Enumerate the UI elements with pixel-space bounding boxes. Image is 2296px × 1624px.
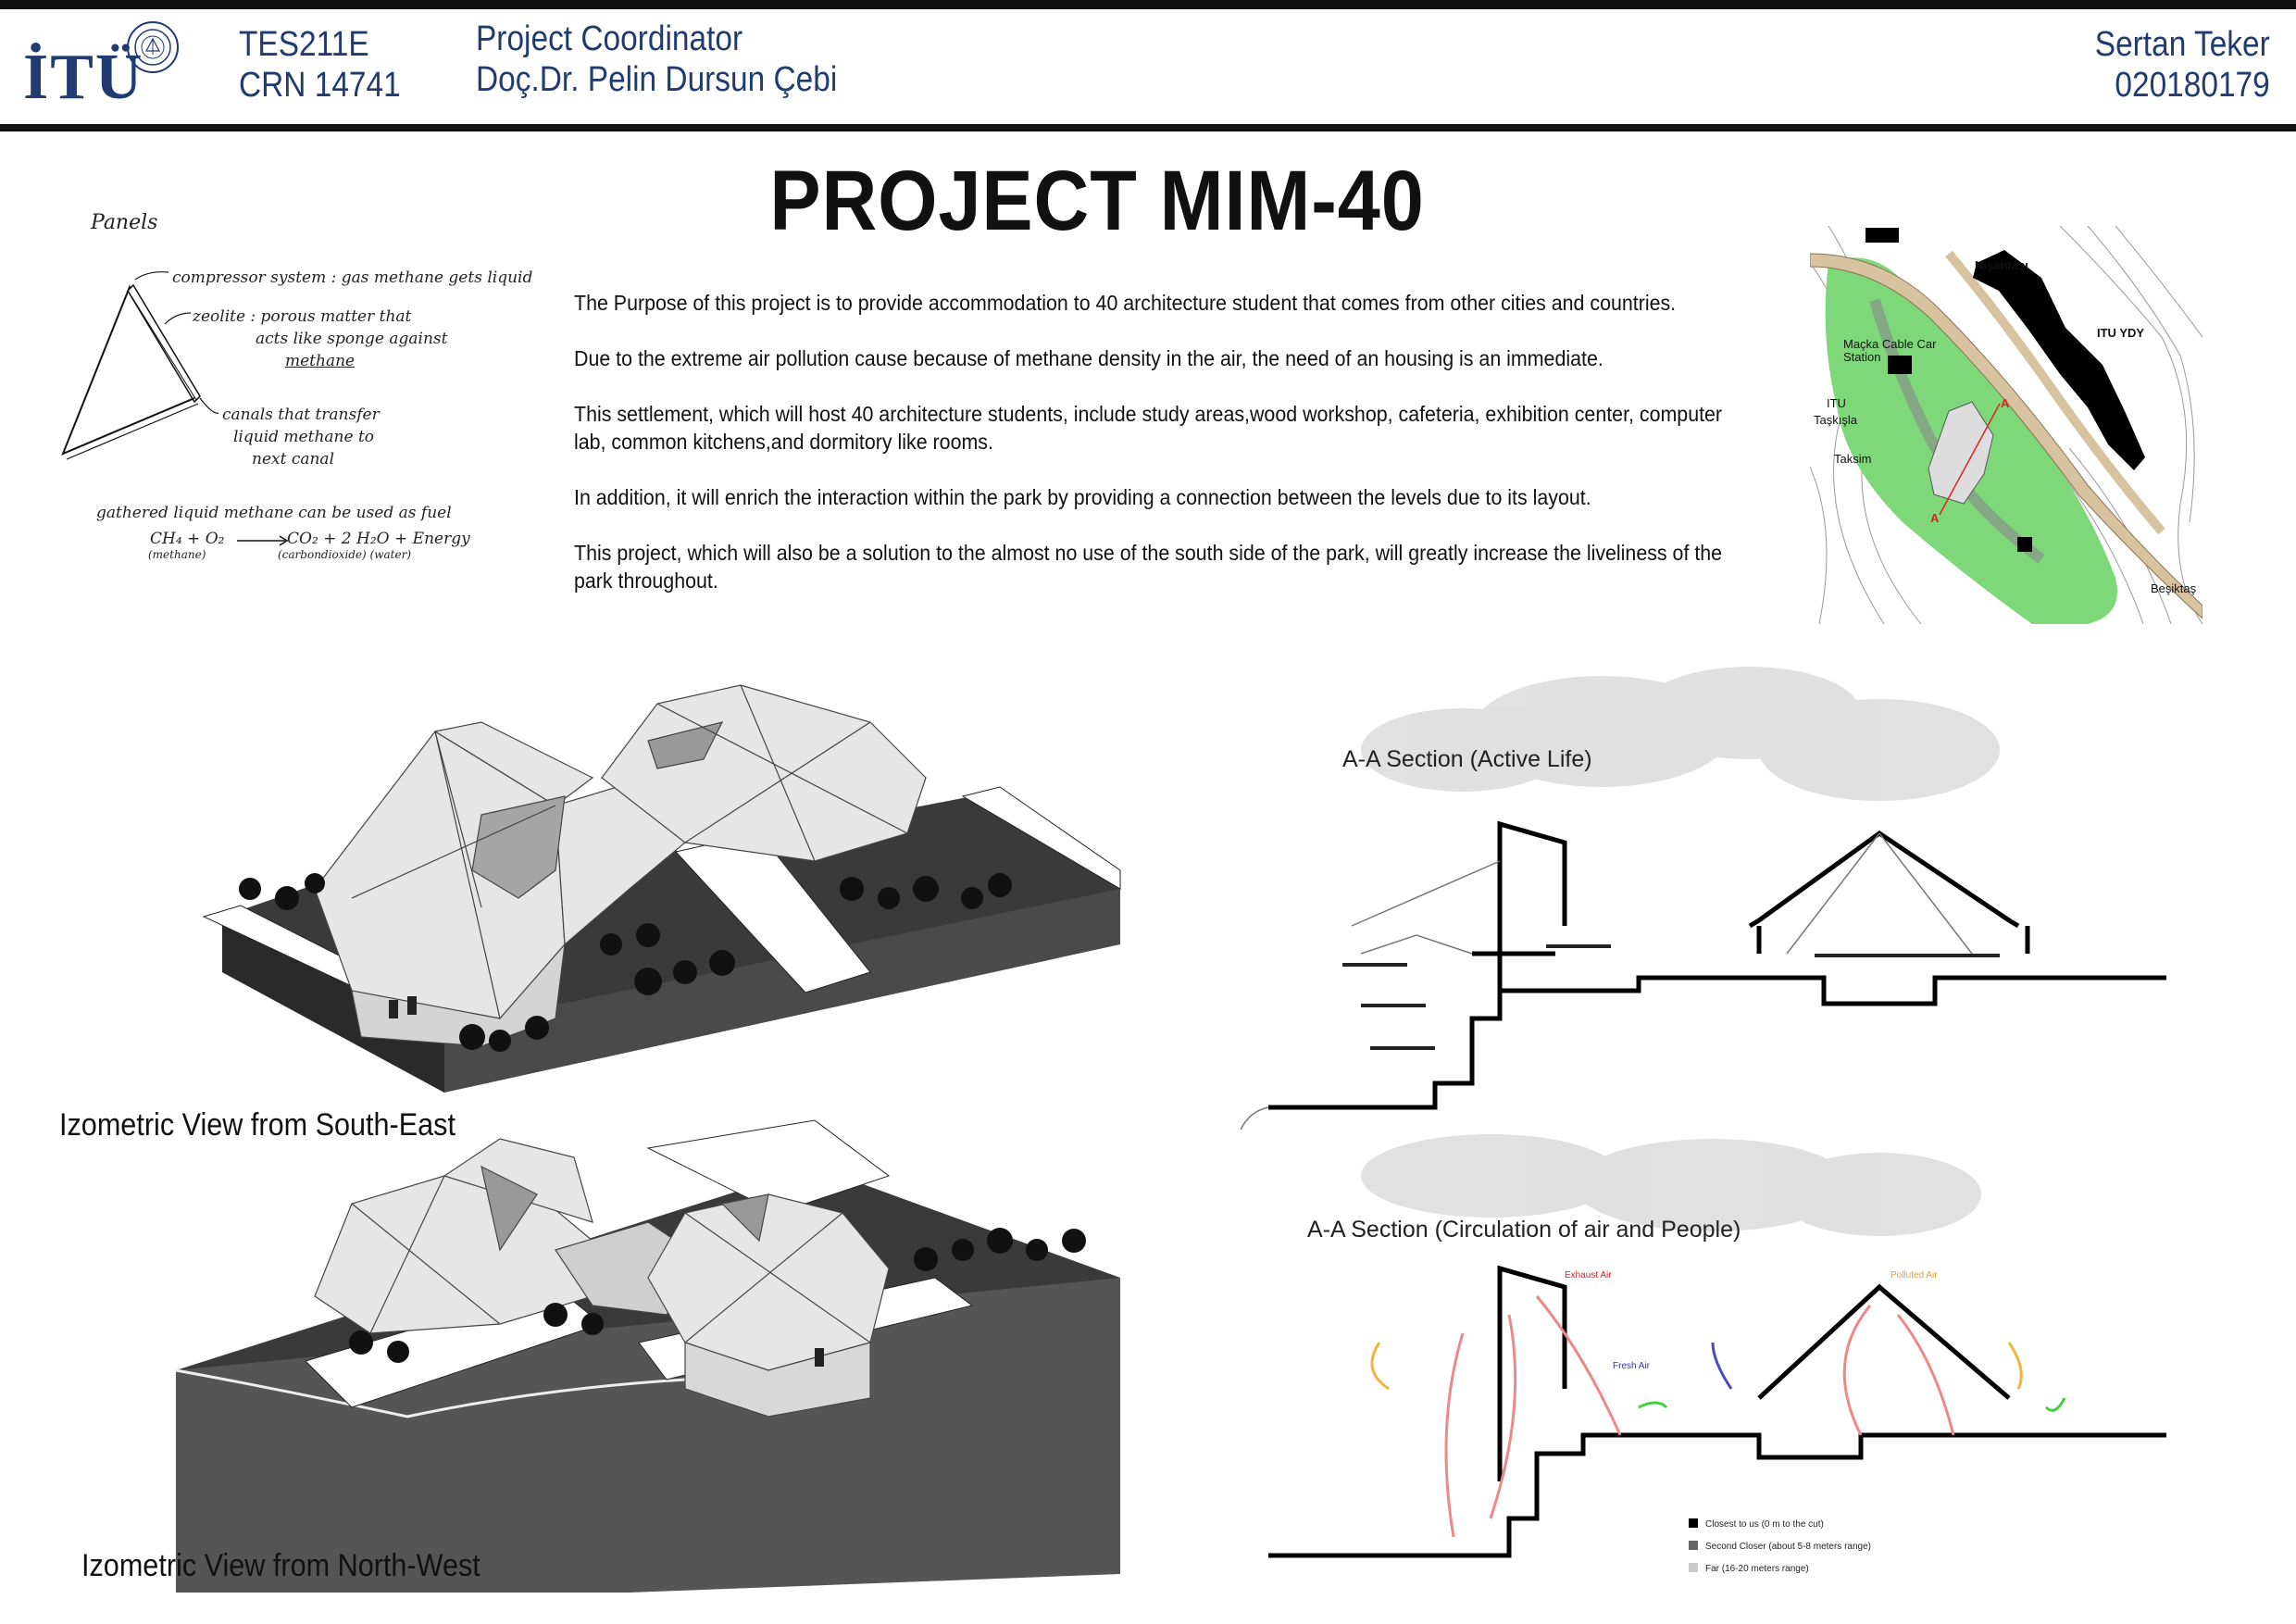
description-paragraph: The Purpose of this project is to provid…	[574, 291, 1677, 315]
page-title: PROJECT MIM-40	[769, 154, 1425, 248]
legend-label-closest: Closest to us (0 m to the cut)	[1705, 1519, 1824, 1530]
map-label-besiktas: Beşiktaş	[2151, 581, 2197, 595]
note-equation-left: CH₄ + O₂	[150, 530, 225, 548]
student-name: Sertan Teker	[2095, 25, 2270, 64]
student-info: Sertan Teker 020180179	[2095, 24, 2270, 106]
legend-label-far: Far (16-20 meters range)	[1705, 1564, 1809, 1574]
notes-heading: Panels	[91, 211, 158, 234]
section-title-active-life: A-A Section (Active Life)	[1342, 746, 1592, 772]
section-active-life: A-A Section (Active Life)	[1240, 667, 2166, 1130]
note-zeolite: zeolite : porous matter that acts like s…	[193, 307, 448, 370]
site-plan-map: Nişantaşı ITU YDY Maçka Cable Car Statio…	[1810, 226, 2202, 624]
map-label-taksim: Taksim	[1834, 452, 1871, 466]
note-equation-right: CO₂ + 2 H₂O + Energy	[287, 530, 470, 548]
coordinator-name: Doç.Dr. Pelin Dursun Çebi	[476, 60, 838, 99]
section-legend: Closest to us (0 m to the cut) Second Cl…	[1689, 1518, 1871, 1574]
coordinator-info: Project Coordinator Doç.Dr. Pelin Dursun…	[476, 19, 837, 100]
description-paragraph: This project, which will also be a solut…	[574, 541, 1723, 593]
note-canals: canals that transfer liquid methane to n…	[222, 406, 380, 468]
header-top-rule	[0, 0, 2296, 9]
note-equation-sub-right: (carbondioxide) (water)	[278, 548, 412, 561]
map-label-itu-ydy: ITU YDY	[2097, 326, 2144, 340]
header-bottom-rule	[0, 124, 2296, 131]
map-label-nisantasi: Nişantaşı	[1975, 258, 2028, 272]
course-crn: CRN 14741	[239, 66, 401, 105]
map-label-station: Station	[1843, 350, 1880, 364]
map-section-marker: A	[2001, 396, 2010, 410]
description-paragraph: In addition, it will enrich the interact…	[574, 485, 1591, 509]
description-paragraph: Due to the extreme air pollution cause b…	[574, 346, 1603, 370]
note-gathered: gathered liquid methane can be used as f…	[96, 504, 452, 522]
isometric-view-south-east	[202, 684, 1121, 1093]
course-code: TES211E	[239, 25, 369, 64]
legend-label-second: Second Closer (about 5-8 meters range)	[1705, 1542, 1871, 1552]
label-exhaust-air: Exhaust Air	[1565, 1270, 1612, 1280]
label-polluted-air: Polluted Air	[1890, 1270, 1938, 1280]
project-description: The Purpose of this project is to provid…	[574, 289, 1741, 622]
university-seal-icon	[127, 21, 179, 73]
caption-north-west: Izometric View from North-West	[81, 1548, 480, 1583]
map-label-macka: Maçka Cable Car	[1843, 337, 1937, 351]
note-equation-sub-left: (methane)	[148, 548, 206, 561]
course-info: TES211E CRN 14741	[239, 24, 401, 106]
legend-swatch-second	[1689, 1541, 1698, 1550]
section-title-circulation: A-A Section (Circulation of air and Peop…	[1307, 1217, 1741, 1243]
map-label-itu: ITU	[1827, 396, 1846, 410]
legend-swatch-closest	[1689, 1518, 1698, 1528]
reaction-arrow-icon	[237, 535, 289, 546]
map-label-taskisla: Taşkışla	[1814, 413, 1858, 427]
isometric-view-north-west	[175, 1119, 1120, 1593]
student-id: 020180179	[2115, 66, 2270, 105]
section-circulation: Exhaust Air Fresh Air Polluted Air A-A S…	[1268, 1134, 2166, 1574]
smoke-cloud	[1361, 667, 2000, 801]
legend-swatch-far	[1689, 1563, 1698, 1572]
description-paragraph: This settlement, which will host 40 arch…	[574, 402, 1723, 454]
coordinator-label: Project Coordinator	[476, 19, 743, 58]
map-section-marker: A	[1930, 511, 1940, 525]
label-fresh-air: Fresh Air	[1613, 1361, 1651, 1371]
note-compressor: compressor system : gas methane gets liq…	[172, 269, 533, 287]
